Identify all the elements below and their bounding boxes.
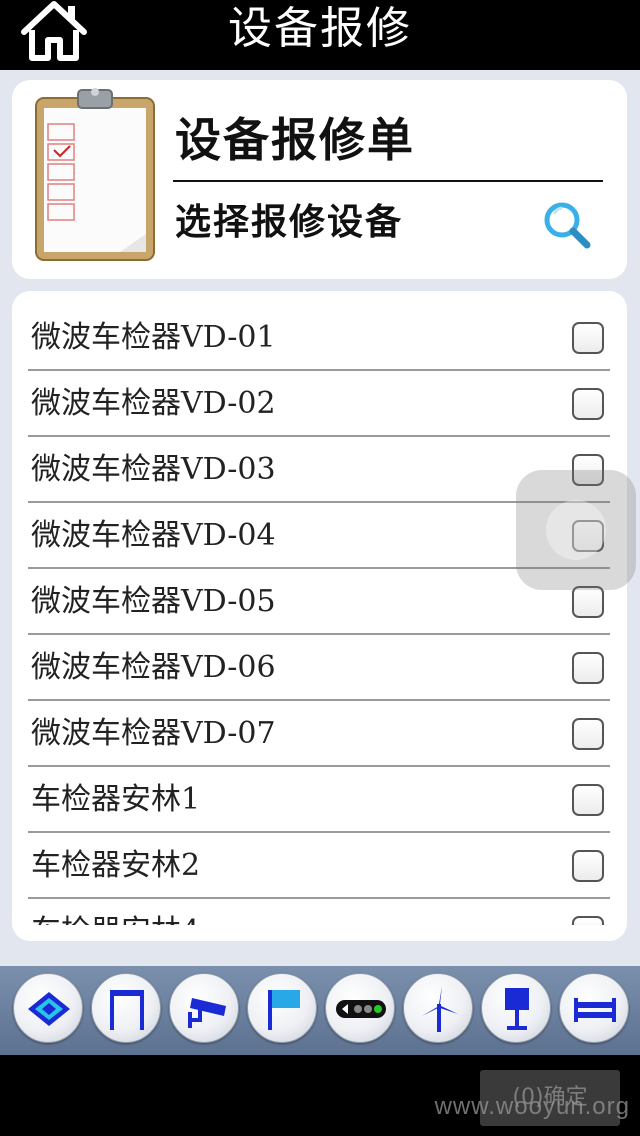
device-list[interactable]: 微波车检器VD-01 微波车检器VD-02 微波车检器VD-03 微波车检器VD-04… [12,305,627,925]
toolbar-barrier-button[interactable] [559,973,629,1043]
device-checkbox[interactable] [572,784,604,816]
gantry-icon [110,990,144,1030]
device-label: 微波车检器VD-04 [31,518,276,553]
device-checkbox[interactable] [572,718,604,750]
search-button[interactable] [540,198,594,252]
device-checkbox[interactable] [572,916,604,925]
device-row[interactable]: 微波车检器VD-07 [28,701,610,767]
device-label: 微波车检器VD-01 [31,320,276,355]
device-type-toolbar [0,966,640,1055]
device-label: 微波车检器VD-06 [31,650,276,685]
device-checkbox[interactable] [572,652,604,684]
device-label: 微波车检器VD-03 [31,452,276,487]
barrier-icon [574,998,616,1022]
clipboard-icon [35,88,155,261]
sign-post-icon [505,988,529,1030]
toolbar-sign-post-button[interactable] [481,973,551,1043]
device-row[interactable]: 车检器安林1 [28,767,610,833]
page-title: 设备报修 [228,3,412,54]
footer-bar: (0)确定 www.wooyun.org [0,1055,640,1136]
device-row[interactable]: 车检器安林4 [28,899,610,925]
toolbar-flag-button[interactable] [247,973,317,1043]
wind-turbine-icon [422,986,458,1032]
device-list-card: 微波车检器VD-01 微波车检器VD-02 微波车检器VD-03 微波车检器VD-04… [12,291,627,941]
toolbar-signal-light-button[interactable] [325,973,395,1043]
device-row[interactable]: 微波车检器VD-06 [28,635,610,701]
repair-form-card: 设备报修单 选择报修设备 [12,80,627,279]
signal-light-icon [336,1000,386,1018]
flag-icon [268,990,300,1030]
watermark: www.wooyun.org [434,1093,630,1120]
assistive-touch-button[interactable] [516,470,636,590]
toolbar-gantry-button[interactable] [91,973,161,1043]
toolbar-camera-button[interactable] [169,973,239,1043]
form-title: 设备报修单 [175,113,415,167]
toolbar-wind-turbine-button[interactable] [403,973,473,1043]
top-bar: 设备报修 [0,0,640,70]
form-divider [173,180,603,182]
device-label: 微波车检器VD-07 [31,716,276,751]
device-row[interactable]: 微波车检器VD-01 [28,305,610,371]
camera-icon [188,998,226,1028]
form-subtitle: 选择报修设备 [175,202,404,243]
search-icon [544,202,591,249]
layers-icon [28,992,70,1026]
device-label: 车检器安林2 [31,848,201,883]
device-label: 车检器安林1 [31,782,201,817]
toolbar-layers-button[interactable] [13,973,83,1043]
device-checkbox[interactable] [572,586,604,618]
device-row[interactable]: 微波车检器VD-02 [28,371,610,437]
assistive-touch-icon [546,500,606,560]
device-row[interactable]: 车检器安林2 [28,833,610,899]
device-label: 车检器安林4 [31,899,200,925]
device-checkbox[interactable] [572,850,604,882]
device-label: 微波车检器VD-02 [31,386,276,421]
device-checkbox[interactable] [572,388,604,420]
device-checkbox[interactable] [572,322,604,354]
device-label: 微波车检器VD-05 [31,584,276,619]
